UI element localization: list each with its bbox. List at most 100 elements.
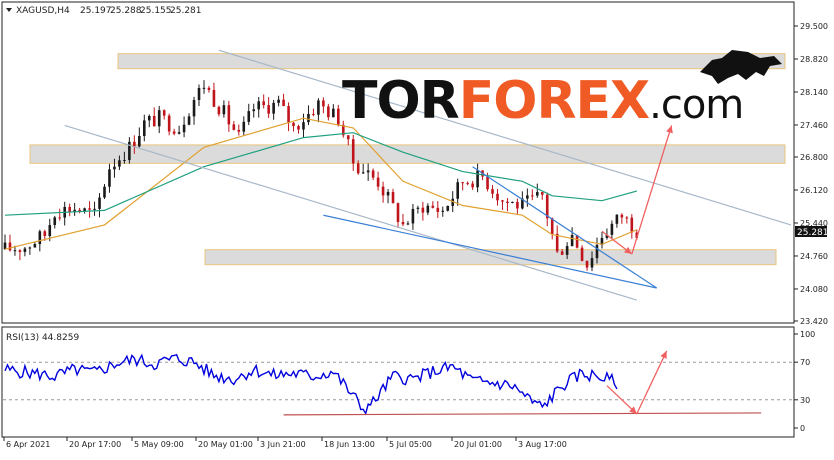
candle-body [252, 109, 256, 112]
price-tick-label: 24.080 [800, 285, 828, 294]
candle-body [267, 105, 270, 114]
candle-body [411, 208, 415, 224]
candle-body [461, 182, 464, 184]
time-tick-label: 3 Aug 17:00 [518, 440, 567, 449]
candle-body [43, 231, 47, 236]
candle-body [471, 183, 474, 188]
candle-body [3, 242, 7, 250]
candle-body [575, 235, 579, 248]
candle-body [222, 105, 226, 115]
candle-body [172, 131, 176, 134]
price-tick-label: 27.460 [800, 121, 828, 130]
candle-body [501, 200, 504, 202]
candle-body [162, 110, 166, 116]
time-tick-label: 3 Jun 21:00 [260, 440, 306, 449]
rsi-tick-label: 100 [800, 330, 815, 339]
candle-body [620, 214, 624, 218]
chart-root: 29.500 28.820 28.140 27.460 26.800 26.120 25.4… [0, 0, 834, 456]
candle-body [590, 258, 594, 268]
price-tick-label: 28.820 [800, 55, 828, 64]
time-tick-label: 18 Jun 13:00 [324, 440, 375, 449]
header-high: 25.288 [110, 6, 142, 16]
rsi-panel-frame [1, 326, 795, 438]
candle-body [446, 205, 450, 211]
candle-body [307, 113, 310, 123]
candle-body [297, 126, 300, 130]
candle-body [247, 111, 251, 122]
candle-body [441, 210, 445, 212]
candle-body [456, 182, 459, 199]
candle-body [371, 170, 375, 178]
candle-body [287, 106, 290, 123]
candle-body [396, 203, 400, 222]
candle-body [381, 186, 385, 196]
candle-body [535, 192, 539, 196]
price-tick-label: 28.140 [800, 88, 828, 97]
candle-body [511, 201, 514, 203]
candle-body [466, 183, 469, 185]
candle-body [118, 160, 121, 167]
candle-body [540, 192, 544, 195]
candle-body [242, 121, 246, 132]
support-zone-0 [117, 53, 786, 70]
candle-body [202, 87, 206, 89]
time-tick-label: 20 Jul 01:00 [454, 440, 502, 449]
candle-body [147, 115, 151, 121]
candle-body [48, 225, 52, 236]
candle-body [142, 120, 146, 136]
candle-body [232, 124, 236, 130]
candle-body [23, 248, 27, 252]
candle-body [595, 244, 599, 259]
header-close: 25.281 [170, 6, 202, 16]
candle-body [516, 201, 519, 209]
candle-body [560, 251, 564, 255]
candle-body [157, 110, 161, 127]
price-tick-label: 26.120 [800, 186, 828, 195]
candle-body [431, 205, 435, 208]
candle-body [615, 214, 619, 224]
candle-body [197, 87, 201, 101]
rsi-tick-label: 30 [800, 396, 810, 405]
candle-body [93, 208, 96, 210]
candle-body [182, 124, 186, 133]
candle-body [8, 242, 12, 251]
candle-body [98, 197, 101, 209]
candle-body [53, 217, 57, 226]
candle-body [187, 116, 191, 125]
candle-body [491, 189, 494, 194]
candle-body [312, 113, 315, 115]
candle-body [33, 244, 37, 248]
candle-body [13, 250, 17, 252]
time-tick-label: 5 May 09:00 [134, 440, 184, 449]
candle-body [356, 163, 360, 174]
price-tick-label: 26.800 [800, 153, 828, 162]
candle-body [212, 89, 216, 107]
candle-body [426, 205, 430, 213]
candle-body [322, 100, 325, 107]
candle-body [237, 129, 241, 132]
candle-body [123, 159, 126, 161]
candle-body [496, 193, 499, 201]
candle-body [18, 250, 22, 252]
header-symbol: XAGUSD,H4 [16, 6, 70, 16]
candle-body [332, 108, 335, 118]
candle-body [262, 101, 265, 106]
candle-body [272, 102, 275, 114]
candle-body [302, 122, 305, 130]
candle-body [476, 170, 479, 188]
candle-body [28, 247, 32, 249]
time-tick-label: 5 Jul 05:00 [389, 440, 432, 449]
candle-body [108, 169, 111, 187]
time-tick-label: 6 Apr 2021 [6, 440, 50, 449]
candle-body [177, 132, 181, 134]
price-tick-label: 23.420 [800, 317, 828, 326]
chart-svg: 29.50028.82028.14027.46026.80026.12025.4… [1, 1, 829, 449]
logo-part-forex: FOREX [459, 71, 650, 131]
candle-body [421, 207, 425, 213]
candle-body [282, 99, 285, 107]
candle-body [277, 99, 280, 103]
candle-body [436, 207, 440, 212]
candle-body [133, 141, 136, 147]
candle-body [317, 100, 320, 115]
logo-part-tor: TOR [342, 71, 459, 131]
